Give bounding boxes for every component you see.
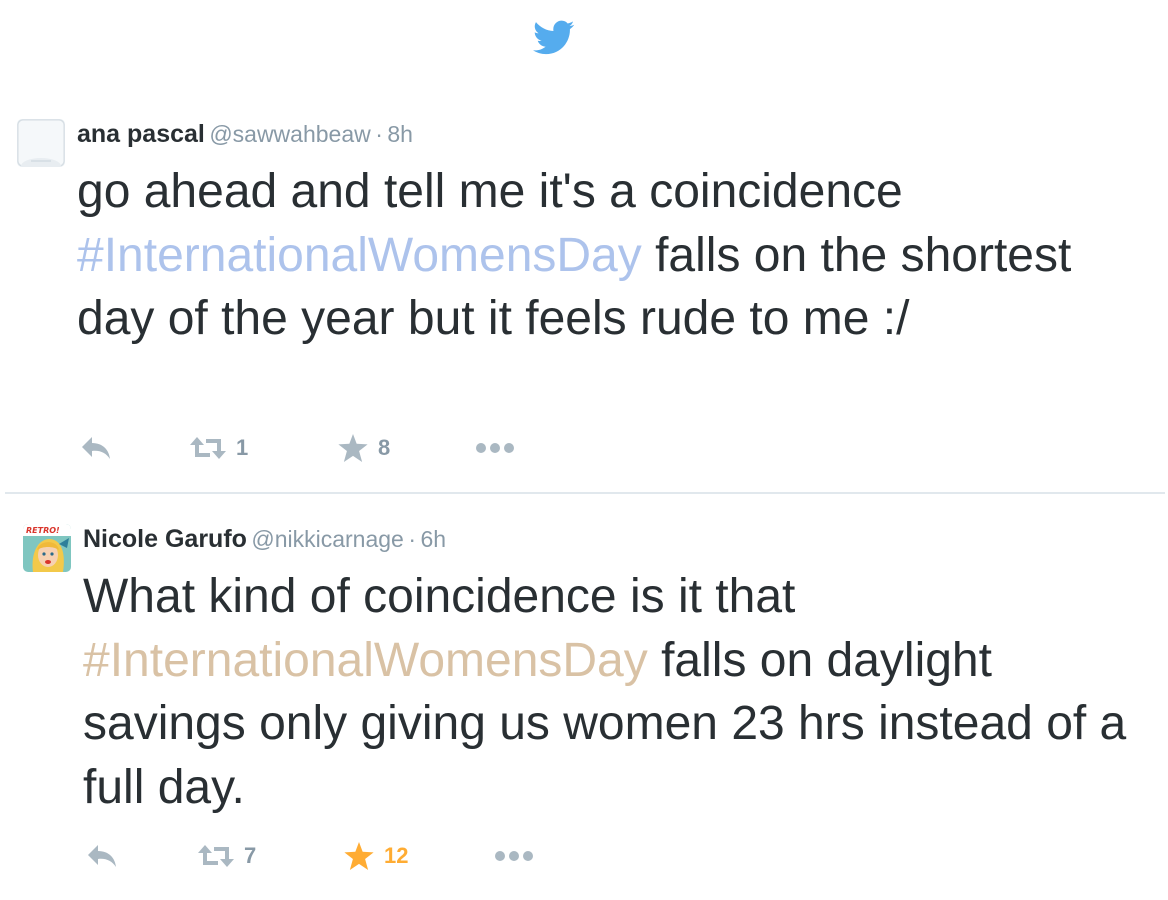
tweet-text: What kind of coincidence is it that #Int… — [83, 565, 1143, 819]
user-handle[interactable]: @sawwahbeaw — [209, 121, 370, 147]
avatar[interactable]: RETRO! — [23, 524, 71, 572]
tweet-text-before: go ahead and tell me it's a coincidence — [77, 165, 903, 218]
retweet-button[interactable]: 1 — [190, 433, 248, 463]
retweet-count: 7 — [244, 843, 257, 868]
reply-button[interactable] — [80, 433, 112, 463]
tweet-actions: 7 12 — [86, 841, 686, 871]
more-dots-icon — [495, 851, 533, 861]
tweet-actions: 1 8 — [80, 433, 680, 463]
avatar-lettering: RETRO! — [26, 526, 60, 535]
retweet-icon — [198, 845, 234, 867]
more-dots-icon — [476, 443, 514, 453]
retweet-button[interactable]: 7 — [198, 841, 256, 871]
tweet-text-before: What kind of coincidence is it that — [83, 570, 796, 623]
star-icon — [338, 434, 368, 462]
favorite-button[interactable]: 12 — [344, 841, 408, 871]
default-egg-avatar — [17, 119, 65, 167]
favorite-count: 12 — [384, 843, 409, 868]
separator-dot: · — [375, 121, 383, 147]
tweet-header: Nicole Garufo @nikkicarnage · 6h — [83, 523, 446, 555]
user-handle[interactable]: @nikkicarnage — [251, 526, 403, 552]
reply-icon — [82, 437, 110, 459]
hashtag-link[interactable]: #InternationalWomensDay — [83, 634, 648, 687]
timestamp[interactable]: 8h — [387, 121, 413, 147]
tweet-text: go ahead and tell me it's a coincidence … — [77, 160, 1152, 351]
timestamp[interactable]: 6h — [420, 526, 446, 552]
twitter-bird-icon[interactable] — [533, 20, 575, 56]
separator-dot: · — [408, 526, 416, 552]
more-button[interactable] — [475, 433, 515, 463]
user-name[interactable]: Nicole Garufo — [83, 525, 247, 553]
favorite-button[interactable]: 8 — [338, 433, 390, 463]
retweet-icon — [190, 437, 226, 459]
page: ana pascal @sawwahbeaw · 8h go ahead and… — [0, 0, 1168, 900]
retro-comic-avatar: RETRO! — [23, 524, 71, 572]
star-icon — [344, 842, 374, 870]
user-name[interactable]: ana pascal — [77, 120, 205, 148]
tweet-divider — [5, 492, 1165, 494]
favorite-count: 8 — [378, 435, 391, 460]
tweet-header: ana pascal @sawwahbeaw · 8h — [77, 118, 413, 150]
hashtag-link[interactable]: #InternationalWomensDay — [77, 229, 642, 282]
retweet-count: 1 — [236, 435, 249, 460]
more-button[interactable] — [494, 841, 534, 871]
reply-button[interactable] — [86, 841, 118, 871]
reply-icon — [88, 845, 116, 867]
avatar[interactable] — [17, 119, 65, 167]
